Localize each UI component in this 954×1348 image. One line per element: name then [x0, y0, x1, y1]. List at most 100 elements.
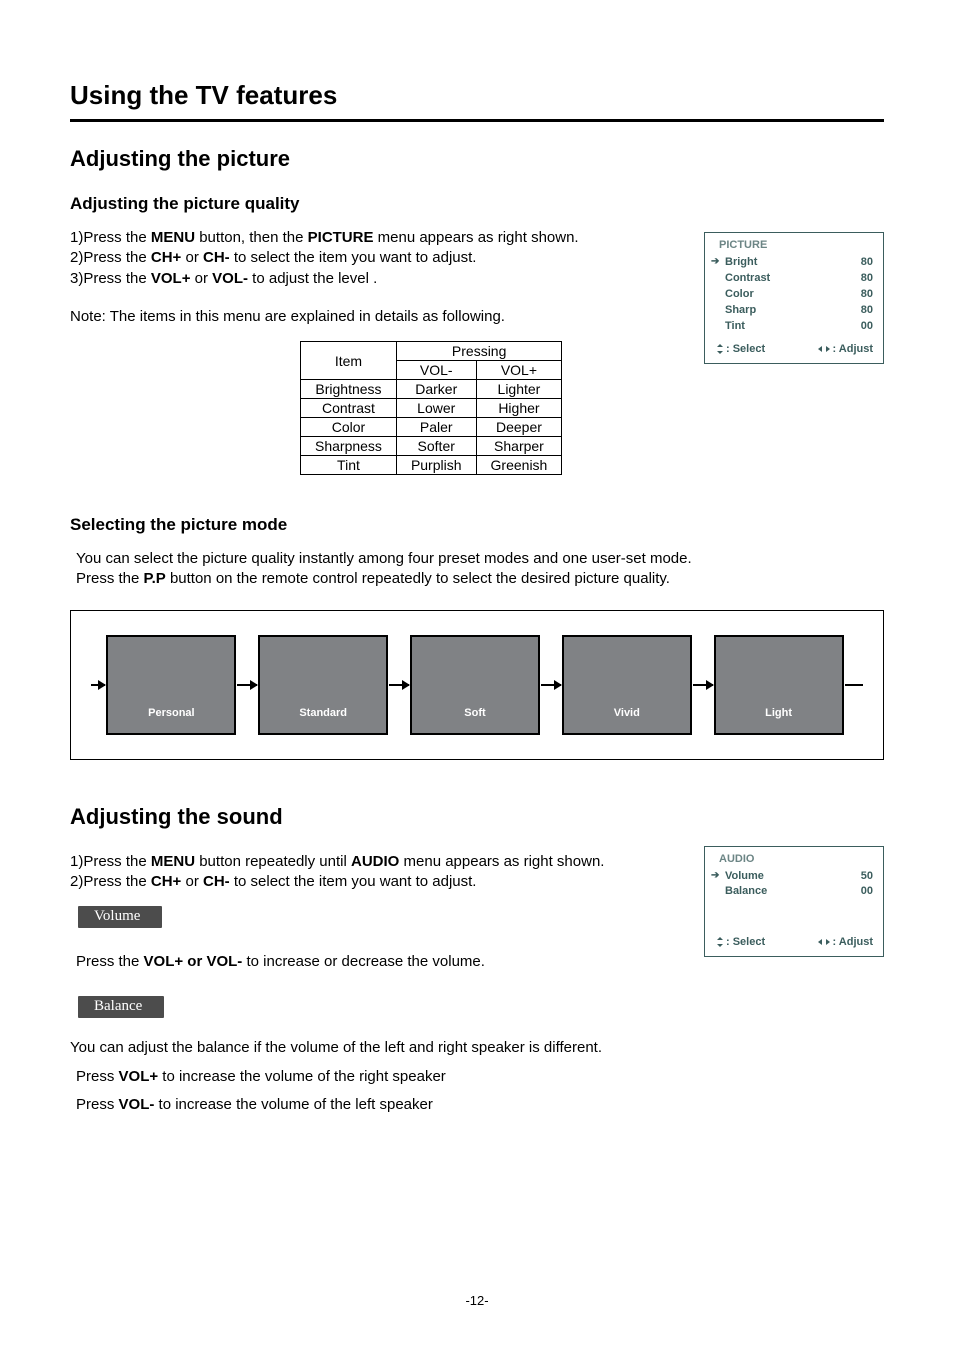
- osd-picture: PICTURE Bright 80 Contrast 80 Color 80 Shar…: [704, 232, 884, 364]
- t: to select the item you want to adjust.: [230, 873, 477, 890]
- osd-v: 80: [861, 255, 873, 271]
- cell: Softer: [396, 437, 476, 456]
- cell: Contrast: [301, 399, 397, 418]
- osd-v: 80: [861, 303, 873, 319]
- osd-footer: : Select : Adjust: [715, 343, 873, 355]
- osd-k: Volume: [725, 869, 764, 885]
- updown-icon: [717, 344, 724, 354]
- cell: Paler: [396, 418, 476, 437]
- t: 1)Press the: [70, 229, 151, 246]
- osd-k: Tint: [725, 319, 745, 335]
- t: VOL-: [212, 270, 248, 287]
- arrow-icon: [91, 684, 105, 686]
- cell: Purplish: [396, 456, 476, 475]
- t: button on the remote control repeatedly …: [166, 570, 670, 587]
- t: to select the item you want to adjust.: [230, 249, 477, 266]
- t: button, then the: [195, 229, 308, 246]
- cell: Color: [301, 418, 397, 437]
- table-row: BrightnessDarkerLighter: [301, 380, 562, 399]
- t: or: [190, 270, 212, 287]
- t: Press: [76, 1096, 119, 1113]
- t: VOL+: [151, 270, 191, 287]
- osd-row: Sharp 80: [715, 303, 873, 319]
- t: : Select: [726, 936, 765, 948]
- cell: Higher: [476, 399, 562, 418]
- leftright-icon: [818, 345, 830, 353]
- t: or: [181, 873, 203, 890]
- osd-k: Bright: [725, 255, 757, 271]
- t: VOL+ or VOL-: [144, 953, 243, 970]
- t: VOL+: [119, 1068, 159, 1085]
- t: AUDIO: [351, 853, 399, 870]
- osd-row: Contrast 80: [715, 271, 873, 287]
- osd-k: Contrast: [725, 271, 770, 287]
- cell: Brightness: [301, 380, 397, 399]
- osd-row: Tint00: [715, 319, 873, 335]
- osd-k: Balance: [725, 884, 767, 900]
- osd-picture-title: PICTURE: [719, 239, 873, 251]
- arrow-icon: [237, 684, 257, 686]
- sec1-sub1-title: Adjusting the picture quality: [70, 194, 884, 214]
- osd-k: Color: [725, 287, 754, 303]
- arrow-icon: [389, 684, 409, 686]
- t: PICTURE: [308, 229, 374, 246]
- balance-text1: You can adjust the balance if the volume…: [70, 1038, 884, 1058]
- t: 3)Press the: [70, 270, 151, 287]
- t: VOL-: [119, 1096, 155, 1113]
- t: menu appears as right shown.: [373, 229, 578, 246]
- th-volminus: VOL-: [396, 361, 476, 380]
- osd-k: Sharp: [725, 303, 756, 319]
- osd-v: 80: [861, 287, 873, 303]
- osd-audio: AUDIO Volume50 Balance00 : Select : Adju…: [704, 846, 884, 958]
- cell: Lower: [396, 399, 476, 418]
- table-row: SharpnessSofterSharper: [301, 437, 562, 456]
- cell: Lighter: [476, 380, 562, 399]
- t: 2)Press the: [70, 873, 151, 890]
- t: : Adjust: [832, 936, 873, 948]
- title-rule: [70, 119, 884, 122]
- table-row: ColorPalerDeeper: [301, 418, 562, 437]
- picture-mode-flow: Personal Standard Soft Vivid Light: [70, 610, 884, 760]
- t: to increase the volume of the right spea…: [158, 1068, 446, 1085]
- balance-text3: Press VOL- to increase the volume of the…: [76, 1095, 884, 1115]
- cell: Tint: [301, 456, 397, 475]
- leftright-icon: [818, 938, 830, 946]
- osd-foot-select: : Select: [717, 343, 765, 355]
- t: : Adjust: [832, 343, 873, 355]
- cell: Sharpness: [301, 437, 397, 456]
- osd-footer: : Select : Adjust: [715, 936, 873, 948]
- osd-v: 80: [861, 271, 873, 287]
- arrow-icon: [541, 684, 561, 686]
- t: Press the: [76, 570, 144, 587]
- t: Press: [76, 1068, 119, 1085]
- cell: Greenish: [476, 456, 562, 475]
- mode-box: Vivid: [562, 635, 692, 735]
- balance-heading: Balance: [78, 996, 164, 1018]
- t: 1)Press the: [70, 853, 151, 870]
- t: CH+: [151, 249, 181, 266]
- osd-audio-title: AUDIO: [719, 853, 873, 865]
- mode-label: Soft: [464, 707, 485, 719]
- sec1-sub2-line1: You can select the picture quality insta…: [76, 549, 884, 569]
- osd-row: Color 80: [715, 287, 873, 303]
- t: MENU: [151, 853, 195, 870]
- t: to increase the volume of the left speak…: [154, 1096, 433, 1113]
- mode-label: Personal: [148, 707, 194, 719]
- page-number: -12-: [0, 1293, 954, 1308]
- cell: Deeper: [476, 418, 562, 437]
- osd-foot-adjust: : Adjust: [818, 343, 873, 355]
- cell: Sharper: [476, 437, 562, 456]
- sec1-sub2-line2: Press the P.P button on the remote contr…: [76, 569, 884, 589]
- osd-row: Volume50: [715, 869, 873, 885]
- sec1-sub2-title: Selecting the picture mode: [70, 515, 884, 535]
- osd-foot-adjust: : Adjust: [818, 936, 873, 948]
- t: CH+: [151, 873, 181, 890]
- t: CH-: [203, 873, 230, 890]
- t: menu appears as right shown.: [399, 853, 604, 870]
- th-item: Item: [301, 342, 397, 380]
- arrow-icon: [693, 684, 713, 686]
- volume-heading: Volume: [78, 906, 162, 928]
- updown-icon: [717, 937, 724, 947]
- mode-box: Personal: [106, 635, 236, 735]
- osd-row: Balance00: [715, 884, 873, 900]
